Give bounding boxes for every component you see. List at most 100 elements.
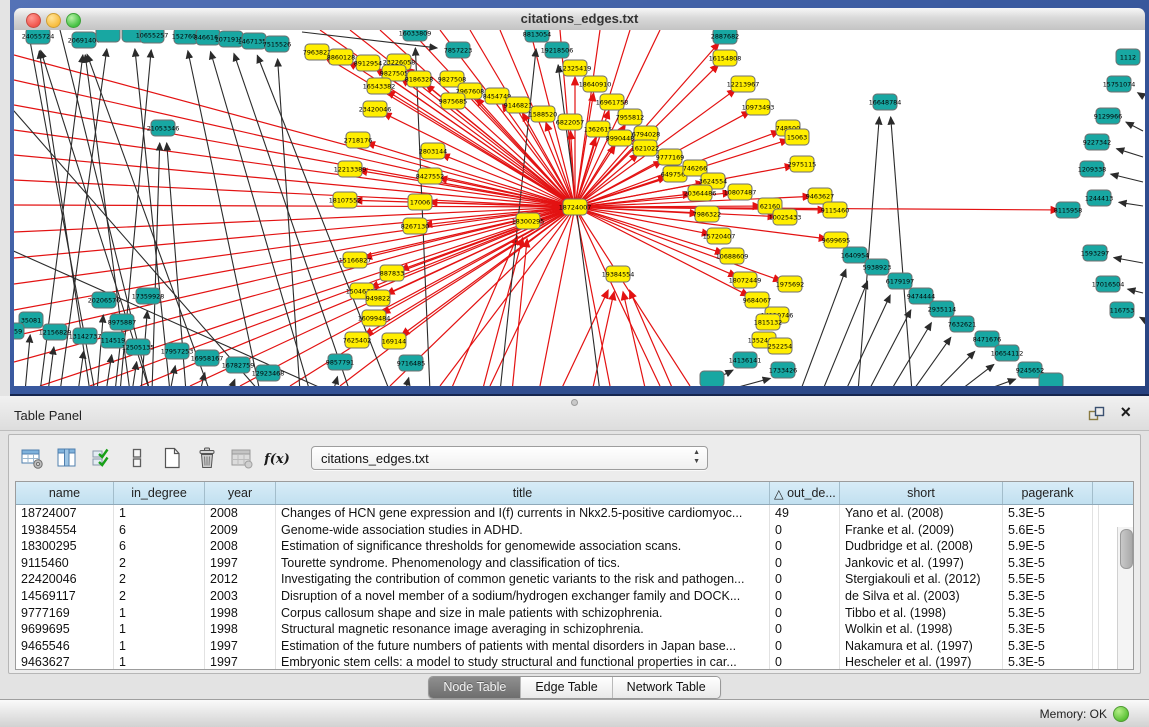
vertical-scrollbar[interactable] xyxy=(1117,527,1133,669)
table-row[interactable]: 2242004622012Investigating the contribut… xyxy=(16,571,1133,588)
column-header-out-degree[interactable]: △ out_de... xyxy=(770,482,840,504)
table-cell: 5.3E-5 xyxy=(1003,638,1093,655)
table-cell: 2008 xyxy=(205,505,276,522)
table-row[interactable]: 911546021997Tourette syndrome. Phenomeno… xyxy=(16,555,1133,572)
table-cell: 9463627 xyxy=(16,654,114,669)
graph-node-label: 23420046 xyxy=(359,105,392,113)
table-row[interactable]: 1872400712008Changes of HCN gene express… xyxy=(16,505,1133,522)
table-rows: 1872400712008Changes of HCN gene express… xyxy=(16,505,1133,669)
table-cell: 1998 xyxy=(205,621,276,638)
table-row[interactable]: 1938455462009Genome-wide association stu… xyxy=(16,522,1133,539)
graph-edge xyxy=(78,351,84,386)
graph-node-label: 2718176 xyxy=(344,136,372,144)
table-cell: 2008 xyxy=(205,538,276,555)
graph-edge xyxy=(1119,202,1143,206)
select-all-icon[interactable] xyxy=(89,445,115,471)
graph-node-label: 5938923 xyxy=(863,263,891,271)
graph-node-label: 2935114 xyxy=(928,305,956,313)
table-cell: 9115460 xyxy=(16,555,114,572)
window-titlebar[interactable]: citations_edges.txt xyxy=(14,8,1145,31)
cells-icon[interactable] xyxy=(124,445,150,471)
graph-edge xyxy=(1114,258,1143,263)
graph-edge xyxy=(868,310,911,386)
graph-edge xyxy=(1140,317,1143,319)
table-cell: 5.6E-5 xyxy=(1003,522,1093,539)
table-cell-filler xyxy=(1093,638,1099,655)
table-row[interactable]: 946554611997Estimation of the future num… xyxy=(16,638,1133,655)
table-cell: Yano et al. (2008) xyxy=(840,505,1003,522)
column-header-name[interactable]: name xyxy=(16,482,114,504)
graph-node-label: 746266 xyxy=(683,164,707,172)
show-columns-icon[interactable] xyxy=(54,445,80,471)
graph-node-label: 9245652 xyxy=(1016,366,1044,374)
graph-node-label: 10807487 xyxy=(724,188,757,196)
graph-node-label: 35081 xyxy=(21,316,41,324)
column-header-year[interactable]: year xyxy=(205,482,276,504)
graph-node-label: 18724007 xyxy=(559,203,592,211)
graph-node-label: 1733426 xyxy=(769,366,797,374)
graph-node-label: 16961758 xyxy=(596,98,629,106)
graph-node-label: 16154808 xyxy=(709,54,742,62)
column-header-title[interactable]: title xyxy=(276,482,770,504)
graph-node-label: 10688609 xyxy=(716,252,749,260)
graph-node-label: 16099484 xyxy=(358,314,391,322)
graph-edge xyxy=(1128,289,1143,293)
graph-node-label: 887833 xyxy=(380,269,404,277)
table-row[interactable]: 1456911722003Disruption of a novel membe… xyxy=(16,588,1133,605)
scrollbar-thumb[interactable] xyxy=(1120,529,1133,569)
graph-node-label: 12325419 xyxy=(559,64,592,72)
table-row[interactable]: 977716911998Corpus callosum shape and si… xyxy=(16,605,1133,622)
table-cell: 5.3E-5 xyxy=(1003,555,1093,572)
table-row[interactable]: 969969511998Structural magnetic resonanc… xyxy=(16,621,1133,638)
import-table-icon[interactable] xyxy=(229,445,255,471)
table-tabs-bar: Node TableEdge TableNetwork Table xyxy=(0,674,1149,700)
table-cell: 18724007 xyxy=(16,505,114,522)
graph-edge xyxy=(170,366,175,386)
new-table-icon[interactable] xyxy=(159,445,185,471)
table-selector-dropdown[interactable]: citations_edges.txt ▲▼ xyxy=(311,446,708,470)
table-cell: 5.5E-5 xyxy=(1003,571,1093,588)
close-panel-icon[interactable]: × xyxy=(1120,402,1131,422)
graph-node[interactable] xyxy=(96,30,120,42)
float-panel-icon[interactable] xyxy=(1088,406,1105,421)
graph-edge xyxy=(97,315,103,386)
splitter-handle[interactable] xyxy=(571,399,578,406)
table-mode-icon[interactable] xyxy=(19,445,45,471)
graph-node-label: 21053346 xyxy=(147,124,180,132)
table-cell: Dudbridge et al. (2008) xyxy=(840,538,1003,555)
table-cell: Franke et al. (2009) xyxy=(840,522,1003,539)
tab-node-table[interactable]: Node Table xyxy=(429,677,520,698)
graph-node-label: 16033809 xyxy=(399,30,432,37)
column-header-in-degree[interactable]: in_degree xyxy=(114,482,205,504)
window-title: citations_edges.txt xyxy=(14,11,1145,26)
graph-edge xyxy=(405,378,409,386)
graph-node-label: 8860128 xyxy=(327,53,355,61)
tab-edge-table[interactable]: Edge Table xyxy=(520,677,611,698)
table-cell: 5.3E-5 xyxy=(1003,505,1093,522)
table-cell-filler xyxy=(1093,571,1099,588)
graph-node[interactable] xyxy=(1039,373,1063,386)
delete-table-icon[interactable] xyxy=(194,445,220,471)
table-panel-body: f(x) citations_edges.txt ▲▼ name in_degr… xyxy=(8,434,1141,674)
table-row[interactable]: 1830029562008Estimation of significance … xyxy=(16,538,1133,555)
table-cell-filler xyxy=(1093,505,1099,522)
graph-node-label: 9474444 xyxy=(907,292,935,300)
column-header-pagerank[interactable]: pagerank xyxy=(1003,482,1093,504)
table-cell: 2009 xyxy=(205,522,276,539)
graph-node-label: 8267130 xyxy=(401,222,429,230)
network-graph[interactable]: 2405572420691406106552571527602846616010… xyxy=(14,30,1145,386)
graph-node-label: 1112 xyxy=(1120,53,1136,61)
table-cell: 9777169 xyxy=(16,605,114,622)
network-canvas[interactable]: 2405572420691406106552571527602846616010… xyxy=(14,30,1145,386)
graph-node-label: 20691406 xyxy=(68,36,101,44)
graph-node[interactable] xyxy=(700,371,724,386)
graph-node-label: 12156829 xyxy=(39,328,72,336)
table-panel-title: Table Panel xyxy=(14,408,82,423)
tab-network-table[interactable]: Network Table xyxy=(612,677,720,698)
graph-node-label: 3624554 xyxy=(699,177,727,185)
function-builder-icon[interactable]: f(x) xyxy=(264,445,290,471)
graph-node-label: 1209338 xyxy=(1078,165,1106,173)
column-header-short[interactable]: short xyxy=(840,482,1003,504)
table-cell: 5.3E-5 xyxy=(1003,654,1093,669)
table-row[interactable]: 946362711997Embryonic stem cells: a mode… xyxy=(16,654,1133,669)
